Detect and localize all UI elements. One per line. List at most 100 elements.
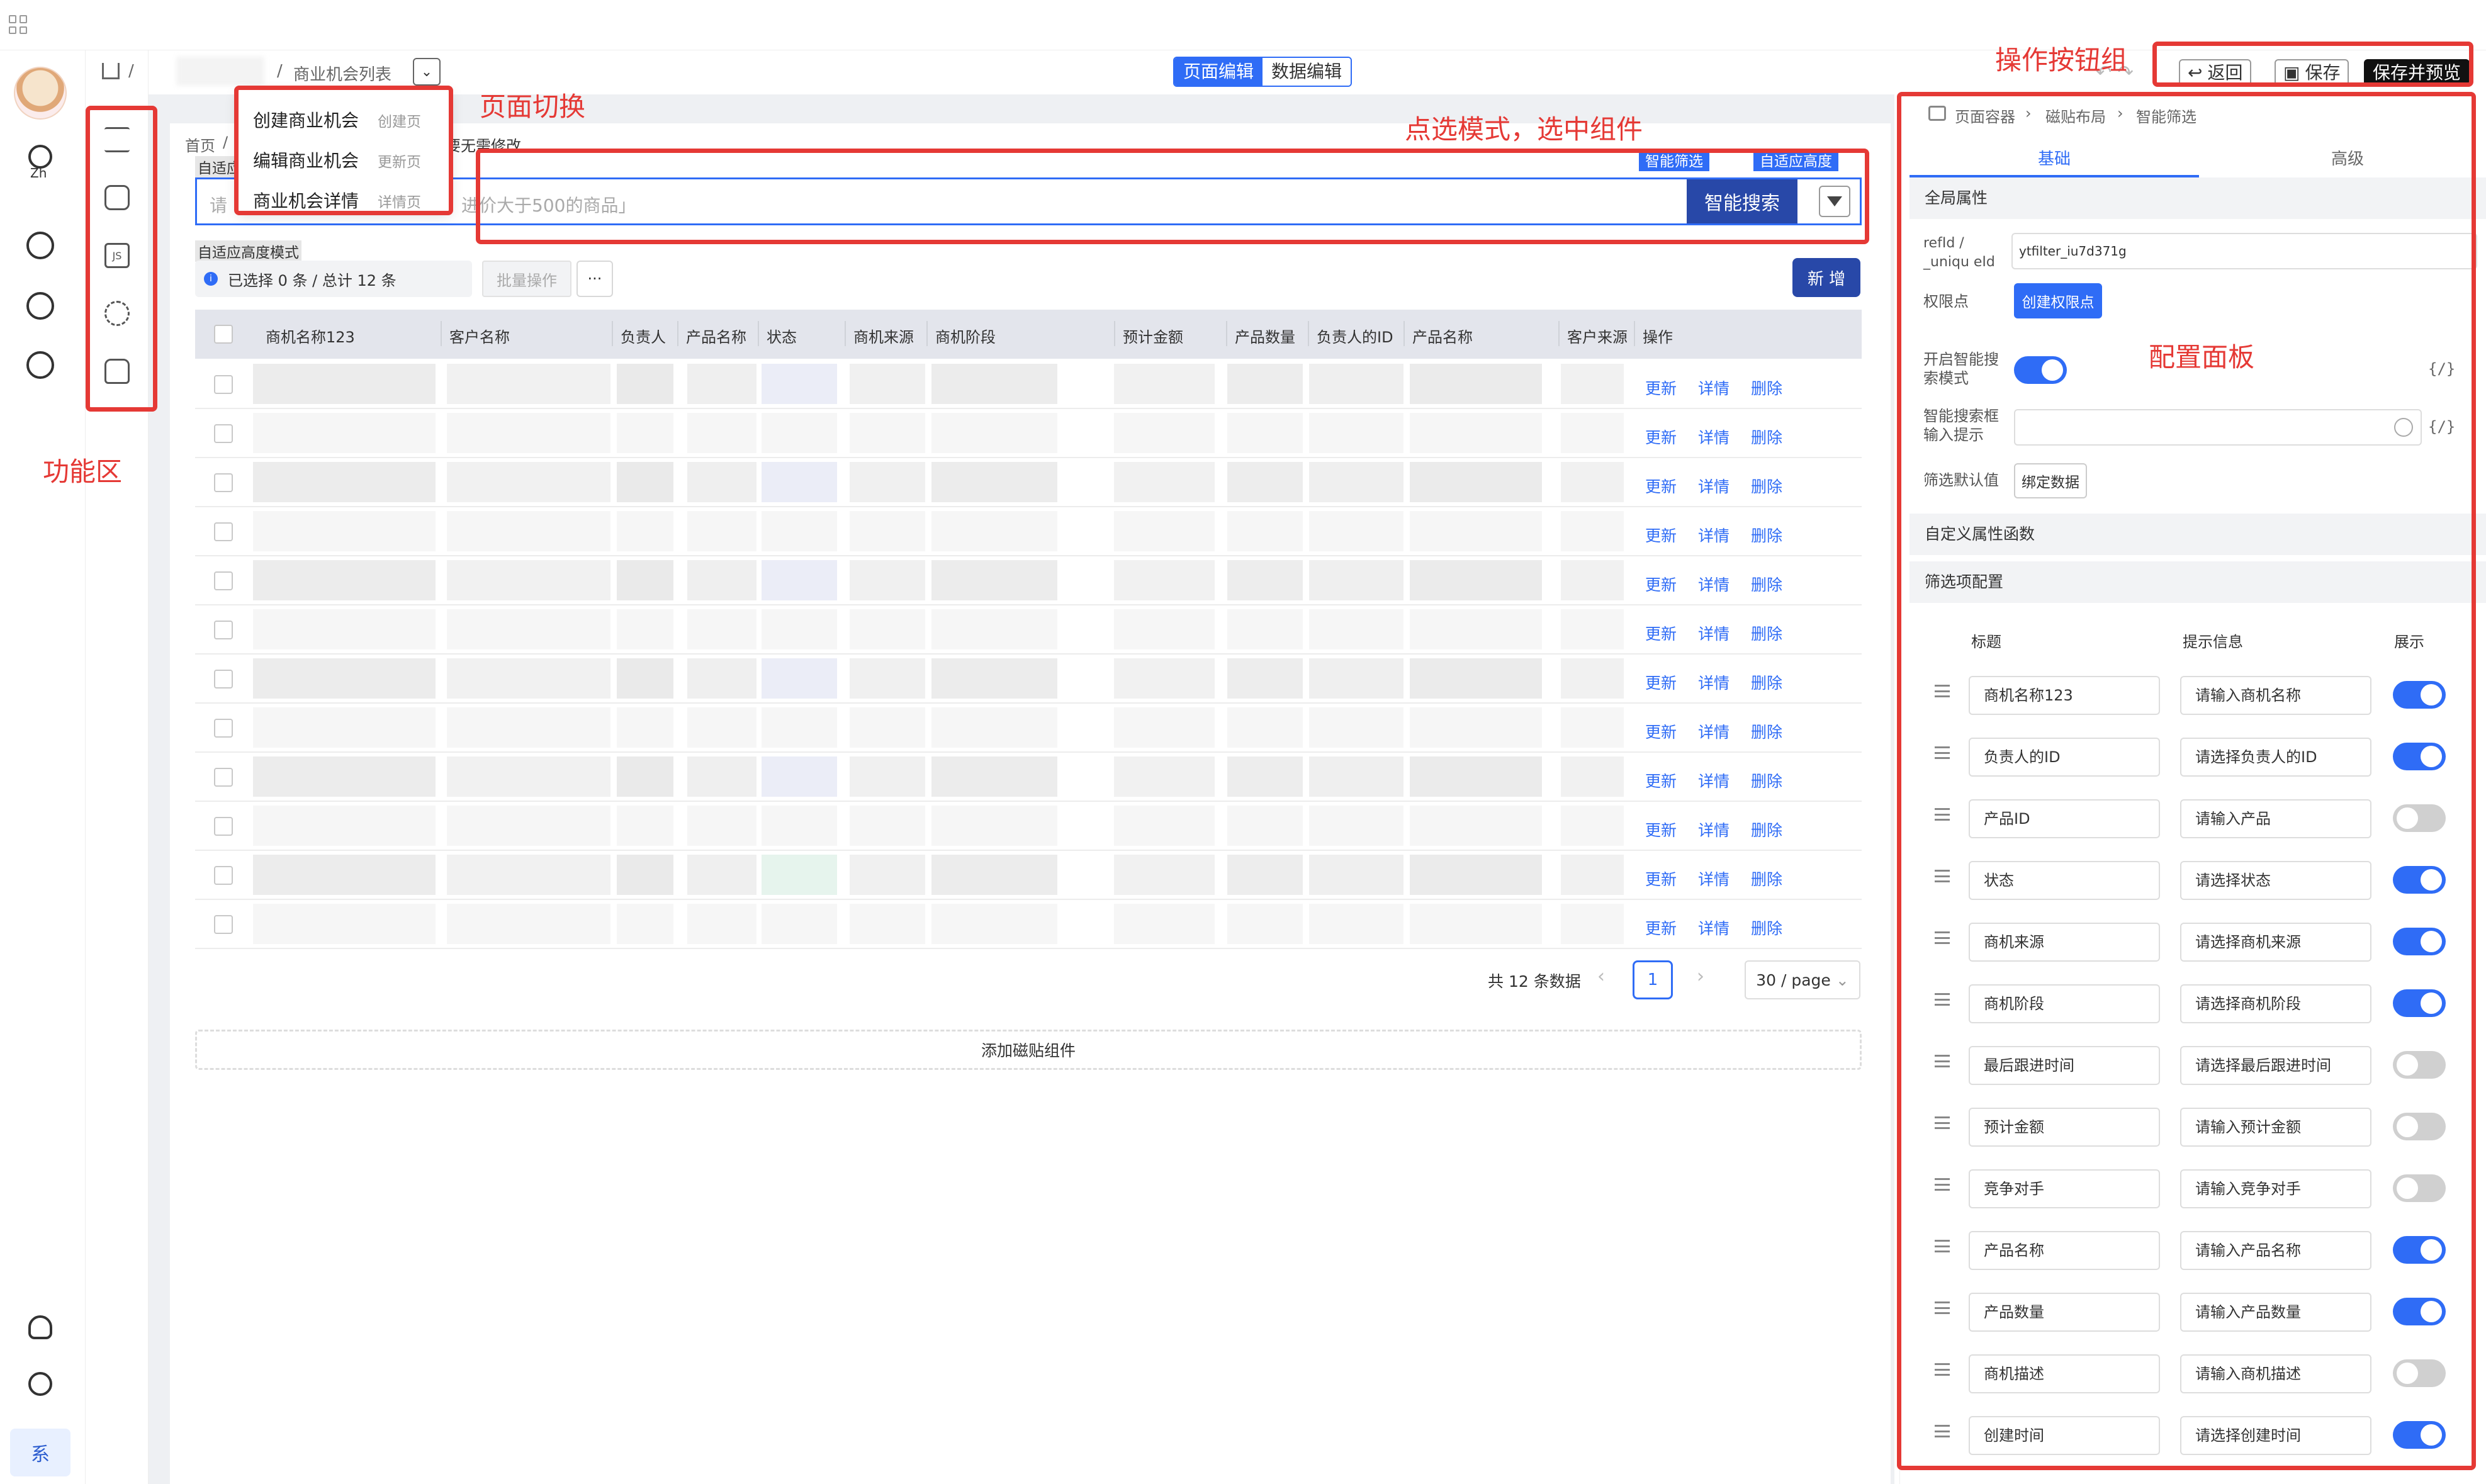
update-link[interactable]: 更新 [1645,573,1677,595]
update-link[interactable]: 更新 [1645,867,1677,890]
js-icon[interactable]: JS [104,243,130,268]
delete-link[interactable]: 删除 [1751,671,1782,694]
update-link[interactable]: 更新 [1645,671,1677,694]
next-page-icon[interactable]: › [1697,965,1704,987]
rocket-icon[interactable] [28,1315,52,1339]
drag-handle-icon[interactable] [1935,808,1950,821]
globe-icon[interactable] [2394,418,2413,437]
drag-handle-icon[interactable] [1935,931,1950,944]
show-toggle[interactable] [2393,1421,2446,1449]
show-toggle[interactable] [2393,1298,2446,1325]
column-header[interactable]: 商机阶段 [935,325,996,347]
filter-title-input[interactable]: 创建时间 [1969,1416,2160,1455]
tab-advanced[interactable]: 高级 [2331,146,2364,169]
menu-item-create-page[interactable]: 创建商业机会 创建页 [253,107,421,132]
filter-icon[interactable] [1819,186,1850,217]
delete-link[interactable]: 删除 [1751,916,1782,939]
section-global-attrs[interactable]: 全局属性 [1909,177,2486,219]
show-toggle[interactable] [2393,681,2446,709]
table-row[interactable]: 更新 详情 删除 [195,556,1862,605]
drag-handle-icon[interactable] [1935,1116,1950,1129]
select-all-checkbox[interactable] [214,325,233,344]
detail-link[interactable]: 详情 [1698,720,1730,743]
drag-handle-icon[interactable] [1935,685,1950,697]
row-checkbox[interactable] [214,473,233,492]
more-actions-button[interactable]: ··· [577,261,613,297]
update-link[interactable]: 更新 [1645,916,1677,939]
gear-icon[interactable] [104,301,130,326]
panel-breadcrumb-2[interactable]: 磁贴布局 [2045,104,2106,126]
filter-hint-input[interactable]: 请输入商机描述 [2180,1354,2371,1393]
row-checkbox[interactable] [214,817,233,836]
table-row[interactable]: 更新 详情 删除 [195,655,1862,704]
filter-title-input[interactable]: 商机来源 [1969,923,2160,962]
filter-hint-input[interactable]: 请输入产品名称 [2180,1231,2371,1270]
table-row[interactable]: 更新 详情 删除 [195,851,1862,900]
delete-link[interactable]: 删除 [1751,376,1782,399]
update-link[interactable]: 更新 [1645,524,1677,546]
detail-link[interactable]: 详情 [1698,622,1730,644]
compass-icon[interactable] [26,351,54,379]
filter-title-input[interactable]: 产品名称 [1969,1231,2160,1270]
delete-link[interactable]: 删除 [1751,818,1782,841]
drag-handle-icon[interactable] [1935,746,1950,759]
save-button[interactable]: ▣ 保存 [2275,59,2349,87]
show-toggle[interactable] [2393,989,2446,1017]
filter-hint-input[interactable]: 请输入产品数量 [2180,1293,2371,1332]
drag-handle-icon[interactable] [1935,1240,1950,1252]
filter-title-input[interactable]: 商机名称123 [1969,676,2160,715]
drag-handle-icon[interactable] [1935,993,1950,1006]
filter-hint-input[interactable]: 请输入竞争对手 [2180,1169,2371,1208]
table-row[interactable]: 更新 详情 删除 [195,458,1862,507]
page-number-current[interactable]: 1 [1633,960,1673,999]
table-row[interactable]: 更新 详情 删除 [195,753,1862,802]
detail-link[interactable]: 详情 [1698,376,1730,399]
table-row[interactable]: 更新 详情 删除 [195,409,1862,458]
row-checkbox[interactable] [214,915,233,934]
column-header[interactable]: 负责人的ID [1317,325,1393,347]
show-toggle[interactable] [2393,1174,2446,1202]
row-checkbox[interactable] [214,719,233,738]
expression-icon[interactable]: {/} [2428,418,2455,436]
column-header[interactable]: 商机名称123 [266,325,355,347]
filter-title-input[interactable]: 产品ID [1969,799,2160,838]
drag-handle-icon[interactable] [1935,1363,1950,1376]
show-toggle[interactable] [2393,743,2446,770]
smart-search-button[interactable]: 智能搜索 [1687,179,1797,223]
plugin-icon[interactable] [104,185,130,210]
filter-title-input[interactable]: 商机阶段 [1969,984,2160,1023]
filter-title-input[interactable]: 商机描述 [1969,1354,2160,1393]
filter-hint-input[interactable]: 请选择状态 [2180,861,2371,900]
column-header[interactable]: 预计金额 [1123,325,1183,347]
table-row[interactable]: 更新 详情 删除 [195,605,1862,655]
filter-hint-input[interactable]: 请选择商机阶段 [2180,984,2371,1023]
delete-link[interactable]: 删除 [1751,720,1782,743]
expression-icon[interactable]: {/} [2428,360,2455,378]
drag-handle-icon[interactable] [1935,1425,1950,1437]
add-tile-component-button[interactable]: 添加磁贴组件 [195,1030,1862,1070]
show-toggle[interactable] [2393,1236,2446,1264]
table-row[interactable]: 更新 详情 删除 [195,507,1862,556]
filter-title-input[interactable]: 竞争对手 [1969,1169,2160,1208]
chevron-down-icon[interactable]: ⌄ [413,58,441,86]
column-header[interactable]: 操作 [1643,325,1673,347]
show-toggle[interactable] [2393,1051,2446,1079]
section-filter-config[interactable]: 筛选项配置 [1909,561,2486,603]
table-row[interactable]: 更新 详情 删除 [195,704,1862,753]
tab-data-edit[interactable]: 数据编辑 [1263,58,1351,86]
delete-link[interactable]: 删除 [1751,425,1782,448]
update-link[interactable]: 更新 [1645,622,1677,644]
row-checkbox[interactable] [214,670,233,689]
batch-action-button[interactable]: 批量操作 [482,261,571,297]
filter-hint-input[interactable]: 请输入预计金额 [2180,1108,2371,1147]
delete-link[interactable]: 删除 [1751,769,1782,792]
page-size-select[interactable]: 30 / page ⌄ [1745,960,1860,999]
row-checkbox[interactable] [214,866,233,885]
adaptive-height-tag[interactable]: 自适应高度 [1753,152,1838,171]
show-toggle[interactable] [2393,928,2446,955]
home-icon[interactable] [102,63,120,79]
drag-handle-icon[interactable] [1935,1055,1950,1067]
menu-item-edit-page[interactable]: 编辑商业机会 更新页 [253,147,421,172]
avatar[interactable] [14,67,67,120]
show-toggle[interactable] [2393,1359,2446,1387]
